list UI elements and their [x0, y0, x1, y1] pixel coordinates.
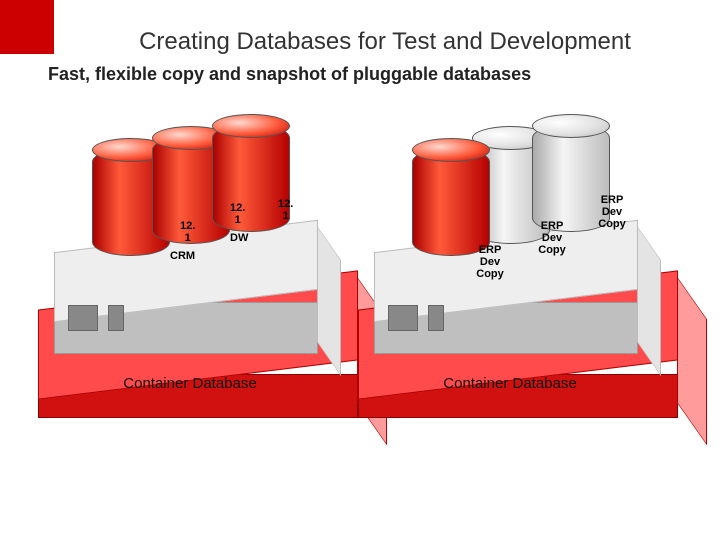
cyl-label: DW: [230, 232, 248, 244]
deck-notch: [68, 305, 98, 331]
deck-notch: [428, 305, 444, 331]
container-caption: Container Database: [60, 375, 320, 392]
page-title: Creating Databases for Test and Developm…: [0, 0, 720, 60]
cylinder-red: [412, 148, 490, 256]
brand-square: [0, 0, 54, 54]
cyl-label: ERP Dev Copy: [530, 220, 574, 256]
container-caption: Container Database: [380, 375, 640, 392]
cyl-sub: 12. 1: [230, 202, 245, 226]
cyl-sub: 12. 1: [278, 198, 293, 222]
cyl-sub: 12. 1: [180, 220, 195, 244]
page-subtitle: Fast, flexible copy and snapshot of plug…: [0, 60, 720, 85]
deck-notch: [108, 305, 124, 331]
diagram-stage: CRM 12. 1 DW 12. 1 12. 1 Container Datab…: [0, 120, 720, 520]
cyl-label: ERP Dev Copy: [468, 244, 512, 280]
cyl-label: ERP Dev Copy: [590, 194, 634, 230]
cyl-label: CRM: [170, 250, 195, 262]
deck-notch: [388, 305, 418, 331]
